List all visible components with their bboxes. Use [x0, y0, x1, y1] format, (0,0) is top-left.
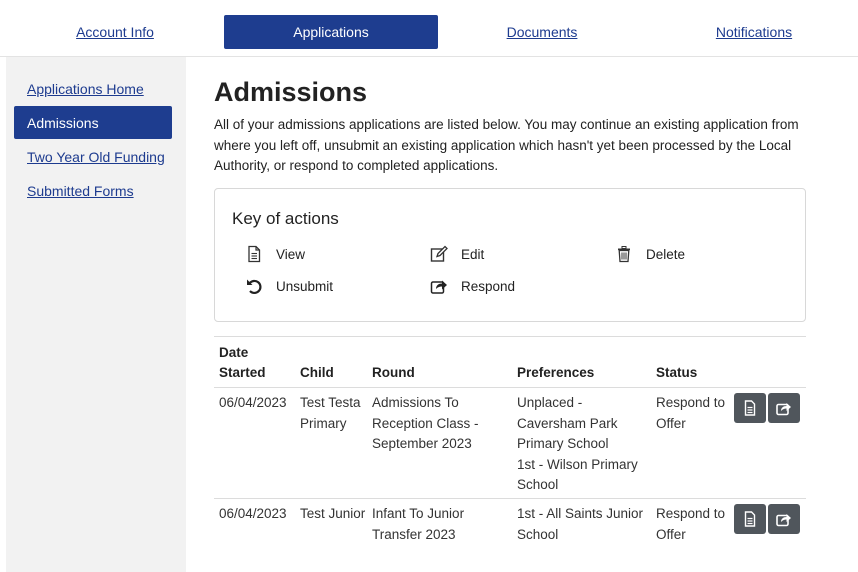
page-title: Admissions	[214, 77, 368, 107]
cell-status: Respond to Offer	[656, 506, 726, 542]
share-icon	[776, 403, 791, 416]
respond-button[interactable]	[768, 504, 800, 534]
cell-preferences: 1st - All Saints Junior School	[517, 506, 644, 542]
intro-text: All of your admissions applications are …	[214, 117, 799, 173]
key-item-label: Respond	[461, 278, 516, 294]
share-icon	[430, 280, 447, 294]
sidebar-item-admissions[interactable]: Admissions	[14, 106, 172, 139]
cell-child: Test Junior	[300, 506, 366, 521]
cell-child: Test Testa Primary	[300, 395, 361, 431]
undo-icon	[247, 279, 262, 294]
trash-icon	[618, 246, 630, 263]
sidebar-item-submitted-forms[interactable]: Submitted Forms	[14, 174, 172, 207]
tab-documents[interactable]: Documents	[438, 15, 646, 49]
key-item-label: Edit	[461, 246, 485, 262]
document-icon	[248, 245, 261, 263]
edit-icon	[430, 245, 448, 262]
view-button[interactable]	[734, 504, 766, 534]
applications-table: Date Started Child Round Preferences Sta…	[214, 336, 806, 542]
tab-applications[interactable]: Applications	[224, 15, 438, 49]
key-item-label: Delete	[646, 246, 686, 262]
key-title: Key of actions	[232, 209, 339, 228]
sidebar: Applications Home Admissions Two Year Ol…	[6, 57, 186, 572]
header-status: Status	[656, 365, 698, 380]
cell-round: Admissions To Reception Class - Septembe…	[372, 395, 479, 451]
header-date-started: Date Started	[219, 345, 266, 380]
sidebar-item-two-year-old-funding[interactable]: Two Year Old Funding	[14, 140, 172, 173]
key-item-label: View	[276, 246, 306, 262]
document-icon	[744, 400, 756, 416]
share-icon	[776, 514, 791, 527]
cell-date: 06/04/2023	[219, 395, 287, 410]
top-navigation: Account Info Applications Documents Noti…	[0, 0, 858, 57]
header-round: Round	[372, 365, 415, 380]
key-item-view: View	[245, 245, 305, 263]
cell-status: Respond to Offer	[656, 395, 726, 431]
key-item-delete: Delete	[615, 245, 685, 263]
header-preferences: Preferences	[517, 365, 595, 380]
tab-notifications[interactable]: Notifications	[652, 15, 856, 49]
key-item-label: Unsubmit	[276, 278, 334, 294]
view-button[interactable]	[734, 393, 766, 423]
tab-account-info[interactable]: Account Info	[20, 15, 210, 49]
sidebar-item-applications-home[interactable]: Applications Home	[14, 72, 172, 105]
cell-round: Infant To Junior Transfer 2023	[372, 506, 465, 542]
key-of-actions-panel: Key of actions View Edit Delete Unsubmit…	[214, 188, 806, 322]
header-child: Child	[300, 365, 334, 380]
respond-button[interactable]	[768, 393, 800, 423]
cell-date: 06/04/2023	[219, 506, 287, 521]
key-item-respond: Respond	[430, 277, 515, 295]
header-divider	[214, 387, 806, 388]
cell-preferences: Unplaced - Caversham Park Primary School…	[517, 395, 638, 492]
key-item-edit: Edit	[430, 245, 484, 263]
key-item-unsubmit: Unsubmit	[245, 277, 333, 295]
row-divider	[214, 498, 806, 499]
document-icon	[744, 511, 756, 527]
